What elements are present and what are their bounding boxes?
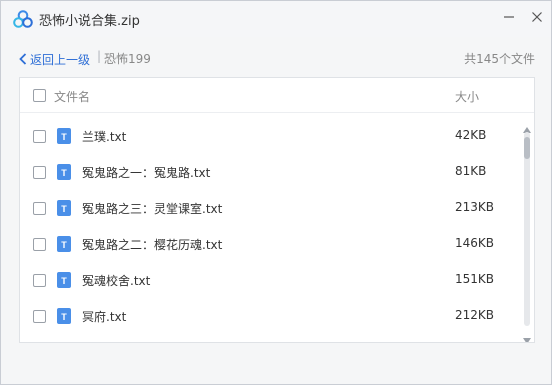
file-size: 81KB <box>455 164 487 178</box>
minimize-button[interactable] <box>497 5 521 29</box>
file-name: 冤鬼路之二：樱花历魂.txt <box>82 238 223 252</box>
scrollbar-track[interactable] <box>524 132 530 326</box>
table-row[interactable]: T 兰璞.txt 42KB <box>20 118 520 154</box>
vertical-scrollbar[interactable] <box>520 118 534 342</box>
row-checkbox[interactable] <box>33 202 46 215</box>
column-header-name[interactable]: 文件名 <box>54 88 90 105</box>
row-checkbox[interactable] <box>33 238 46 251</box>
breadcrumb-separator: | <box>97 49 102 63</box>
file-size: 212KB <box>455 308 495 322</box>
row-checkbox[interactable] <box>33 130 46 143</box>
scroll-down-arrow-icon[interactable] <box>522 330 532 342</box>
row-checkbox[interactable] <box>33 310 46 323</box>
navigation-bar: 返回上一级 | 恐怖199 共145个文件 <box>1 41 551 71</box>
chevron-left-icon <box>19 50 27 69</box>
text-file-icon: T <box>57 308 71 324</box>
svg-text:T: T <box>61 240 67 250</box>
text-file-icon: T <box>57 164 71 180</box>
table-row[interactable]: T 冤鬼路之二：樱花历魂.txt 146KB <box>20 226 520 262</box>
zip-viewer-window: 恐怖小说合集.zip 返回上一级 | 恐怖199 共145个文件 文件名 大小 <box>0 0 552 385</box>
file-list-panel: 文件名 大小 T 兰璞.txt 42KB T 冤鬼路之一：冤鬼路.txt 81K… <box>19 77 535 343</box>
scroll-up-arrow-icon[interactable] <box>522 119 532 133</box>
svg-text:T: T <box>61 312 67 322</box>
select-all-checkbox[interactable] <box>33 89 46 102</box>
close-button[interactable] <box>525 5 549 29</box>
file-size: 213KB <box>455 200 495 214</box>
back-label: 返回上一级 <box>30 53 91 67</box>
svg-text:T: T <box>61 132 67 142</box>
breadcrumb-current-folder: 恐怖199 <box>104 52 151 66</box>
table-row[interactable]: T 冤鬼路之三：灵堂课室.txt 213KB <box>20 190 520 226</box>
file-name: 兰璞.txt <box>82 130 127 144</box>
table-row[interactable]: T 冥府.txt 212KB <box>20 298 520 334</box>
file-name: 冤鬼路之三：灵堂课室.txt <box>82 202 223 216</box>
table-header: 文件名 大小 <box>20 78 534 113</box>
text-file-icon: T <box>57 128 71 144</box>
text-file-icon: T <box>57 272 71 288</box>
text-file-icon: T <box>57 200 71 216</box>
svg-text:T: T <box>61 204 67 214</box>
table-row[interactable]: T 冤鬼路之一：冤鬼路.txt 81KB <box>20 154 520 190</box>
file-count: 共145个文件 <box>464 52 535 66</box>
file-size: 146KB <box>455 236 495 250</box>
row-checkbox[interactable] <box>33 274 46 287</box>
file-name: 冥府.txt <box>82 310 127 324</box>
text-file-icon: T <box>57 236 71 252</box>
svg-text:T: T <box>61 168 67 178</box>
row-checkbox[interactable] <box>33 166 46 179</box>
file-name: 冤鬼路之一：冤鬼路.txt <box>82 166 211 180</box>
svg-text:T: T <box>61 276 67 286</box>
window-title: 恐怖小说合集.zip <box>39 14 140 29</box>
file-size: 151KB <box>455 272 495 286</box>
back-button[interactable]: 返回上一级 <box>19 50 90 69</box>
scrollbar-thumb[interactable] <box>524 137 530 159</box>
app-logo-icon <box>13 9 33 29</box>
column-header-size[interactable]: 大小 <box>455 88 479 105</box>
file-name: 冤魂校舍.txt <box>82 274 151 288</box>
title-bar: 恐怖小说合集.zip <box>1 1 551 37</box>
table-row[interactable]: T 冤魂校舍.txt 151KB <box>20 262 520 298</box>
file-size: 42KB <box>455 128 487 142</box>
